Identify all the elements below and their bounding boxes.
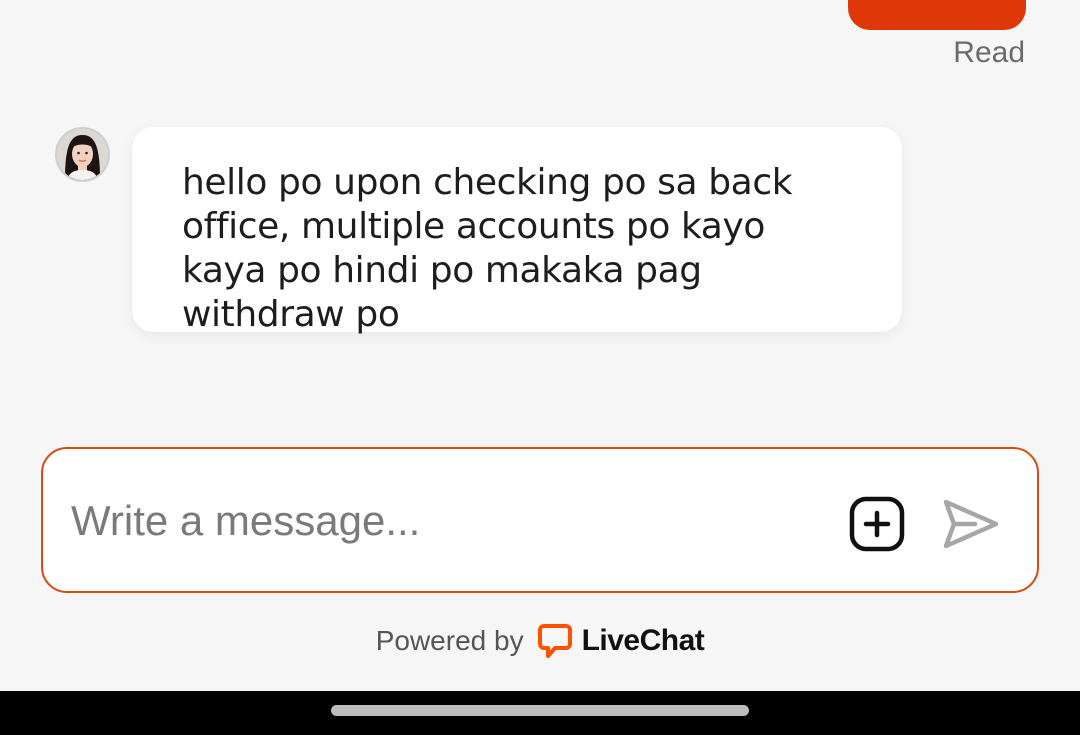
system-navigation-bar xyxy=(0,691,1080,735)
powered-by-label: Powered by xyxy=(375,625,524,656)
send-icon xyxy=(943,499,999,549)
send-button[interactable] xyxy=(941,496,1001,552)
incoming-message-text: hello po upon checking po sa back office… xyxy=(182,162,793,335)
livechat-logo-icon xyxy=(537,624,572,658)
livechat-brand-name: LiveChat xyxy=(581,624,705,657)
plus-square-icon xyxy=(849,496,905,552)
home-gesture-handle[interactable] xyxy=(331,705,749,716)
message-composer xyxy=(41,447,1039,593)
powered-by-footer: Powered by LiveChat xyxy=(0,623,1080,659)
message-input[interactable] xyxy=(71,489,811,553)
agent-avatar xyxy=(55,127,110,182)
attach-button[interactable] xyxy=(849,496,905,552)
livechat-brand-link[interactable]: LiveChat xyxy=(537,623,705,659)
outgoing-message-bubble xyxy=(848,0,1026,30)
chat-screen: Read hello po upon checking po sa back o… xyxy=(0,0,1080,735)
incoming-message-bubble: hello po upon checking po sa back office… xyxy=(132,127,902,335)
avatar-image xyxy=(57,129,108,180)
read-receipt: Read xyxy=(953,36,1025,69)
